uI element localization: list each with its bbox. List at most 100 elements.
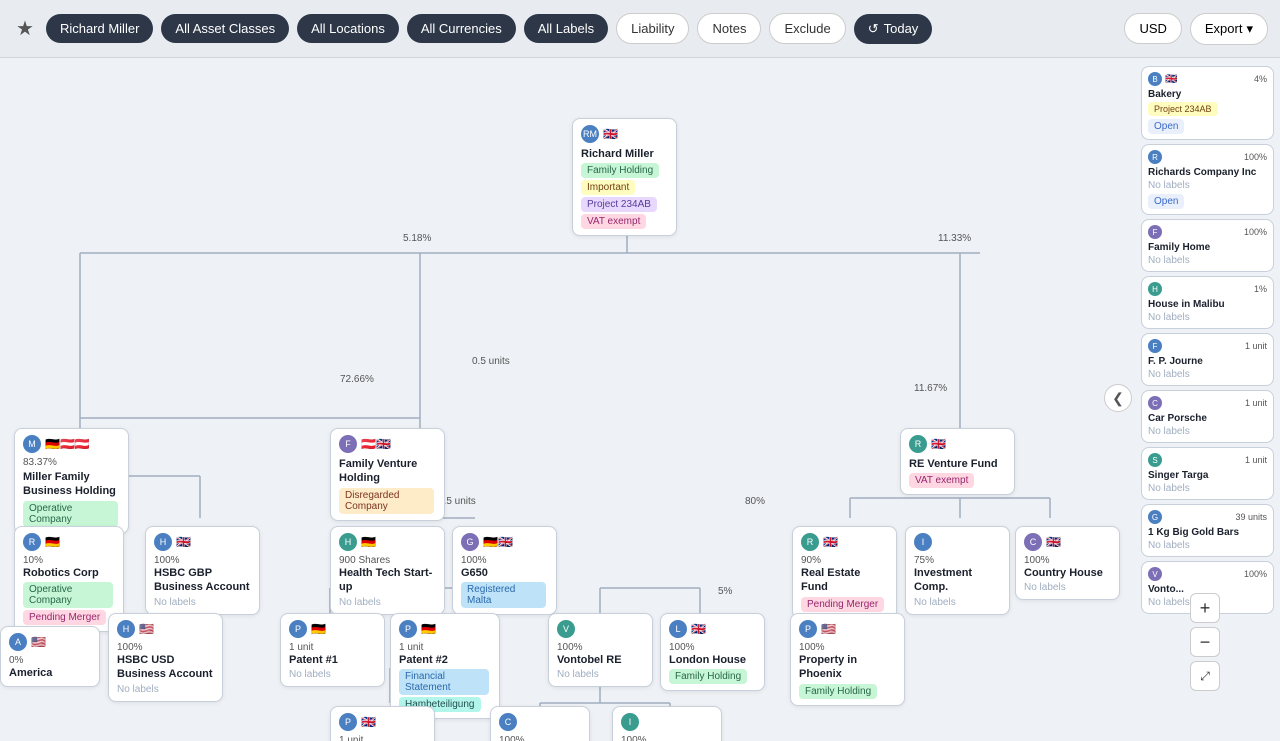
fp-journe-title: F. P. Journe bbox=[1148, 356, 1267, 367]
pct-80: 80% bbox=[745, 496, 765, 507]
vonto-icon: V bbox=[1148, 567, 1162, 581]
collapse-panel-button[interactable]: ❮ bbox=[1104, 384, 1132, 412]
miller-title: Miller Family Business Holding bbox=[23, 470, 120, 499]
all-currencies-button[interactable]: All Currencies bbox=[407, 14, 516, 43]
family-home-title: Family Home bbox=[1148, 242, 1267, 253]
export-button[interactable]: Export ▾ bbox=[1190, 13, 1268, 45]
singer-targa-title: Singer Targa bbox=[1148, 470, 1267, 481]
exclude-button[interactable]: Exclude bbox=[769, 13, 845, 44]
hsbc-gbp-node[interactable]: H 🇬🇧 100% HSBC GBP Business Account No l… bbox=[145, 526, 260, 615]
g650-node[interactable]: G 🇩🇪🇬🇧 100% G650 Registered Malta bbox=[452, 526, 557, 615]
patent1-nolabels: No labels bbox=[289, 669, 376, 680]
country-house-icon: C bbox=[1024, 533, 1042, 551]
pan-button[interactable]: ⤢ bbox=[1190, 661, 1220, 691]
patent3-node[interactable]: P 🇬🇧 1 unit Patent #3 No labels bbox=[330, 706, 435, 741]
gold-bars-icon: G bbox=[1148, 510, 1162, 524]
miller-family-node[interactable]: M 🇩🇪🇦🇹🇦🇹 83.37% Miller Family Business H… bbox=[14, 428, 129, 534]
investment-comp-nolabels: No labels bbox=[914, 597, 1001, 608]
richards-title: Richards Company Inc bbox=[1148, 167, 1267, 178]
notes-button[interactable]: Notes bbox=[697, 13, 761, 44]
gold-bars-title: 1 Kg Big Gold Bars bbox=[1148, 527, 1267, 538]
re-venture-icon: R bbox=[909, 435, 927, 453]
g650-title: G650 bbox=[461, 566, 548, 580]
zoom-out-button[interactable]: − bbox=[1190, 627, 1220, 657]
root-node[interactable]: RM 🇬🇧 Richard Miller Family Holding Impo… bbox=[572, 118, 677, 236]
robotics-node[interactable]: R 🇩🇪 10% Robotics Corp Operative Company… bbox=[14, 526, 124, 632]
hsbc-usd-nolabels: No labels bbox=[117, 684, 214, 695]
root-title: Richard Miller bbox=[581, 147, 668, 161]
patent2-node[interactable]: P 🇩🇪 1 unit Patent #2 Financial Statemen… bbox=[390, 613, 500, 719]
zoom-in-button[interactable]: + bbox=[1190, 593, 1220, 623]
hsbc-usd-title: HSBC USD Business Account bbox=[117, 653, 214, 682]
singer-targa-icon: S bbox=[1148, 453, 1162, 467]
side-gold-bars[interactable]: G 39 units 1 Kg Big Gold Bars No labels bbox=[1141, 504, 1274, 557]
side-car-porsche[interactable]: C 1 unit Car Porsche No labels bbox=[1141, 390, 1274, 443]
real-estate-node[interactable]: R 🇬🇧 90% Real Estate Fund Pending Merger bbox=[792, 526, 897, 619]
miller-icon: M bbox=[23, 435, 41, 453]
side-fp-journe[interactable]: F 1 unit F. P. Journe No labels bbox=[1141, 333, 1274, 386]
pct-11-67: 11.67% bbox=[914, 383, 947, 394]
liability-button[interactable]: Liability bbox=[616, 13, 689, 44]
family-venture-node[interactable]: F 🇦🇹🇬🇧 Family Venture Holding Disregarde… bbox=[330, 428, 445, 521]
side-family-home[interactable]: F 100% Family Home No labels bbox=[1141, 219, 1274, 272]
country-house-nolabels: No labels bbox=[1024, 582, 1111, 593]
star-button[interactable]: ★ bbox=[12, 12, 38, 45]
malibu-icon: H bbox=[1148, 282, 1162, 296]
vontobel-node[interactable]: V 100% Vontobel RE No labels bbox=[548, 613, 653, 687]
side-richards[interactable]: R 100% Richards Company Inc No labels Op… bbox=[1141, 144, 1274, 215]
hsbc-gbp-icon: H bbox=[154, 533, 172, 551]
america-title: America bbox=[9, 666, 91, 680]
all-asset-classes-button[interactable]: All Asset Classes bbox=[161, 14, 289, 43]
london-house-title: London House bbox=[669, 653, 756, 667]
side-malibu[interactable]: H 1% House in Malibu No labels bbox=[1141, 276, 1274, 329]
diagram-canvas[interactable]: RM 🇬🇧 Richard Miller Family Holding Impo… bbox=[0, 58, 1280, 741]
re-venture-node[interactable]: R 🇬🇧 RE Venture Fund VAT exempt bbox=[900, 428, 1015, 495]
property-phoenix-node[interactable]: P 🇺🇸 100% Property in Phoenix Family Hol… bbox=[790, 613, 905, 706]
investment-comp-node[interactable]: I 75% Investment Comp. No labels bbox=[905, 526, 1010, 615]
pct-5: 5% bbox=[718, 586, 732, 597]
country-house-node[interactable]: C 🇬🇧 100% Country House No labels bbox=[1015, 526, 1120, 600]
vontobel-nolabels: No labels bbox=[557, 669, 644, 680]
hsbc-gbp-title: HSBC GBP Business Account bbox=[154, 566, 251, 595]
side-singer-targa[interactable]: S 1 unit Singer Targa No labels bbox=[1141, 447, 1274, 500]
chevron-down-icon: ▾ bbox=[1246, 21, 1253, 37]
investment-portfolio-node[interactable]: I 100% Investment Portfolio No labels bbox=[612, 706, 722, 741]
patent1-title: Patent #1 bbox=[289, 653, 376, 667]
patent1-node[interactable]: P 🇩🇪 1 unit Patent #1 No labels bbox=[280, 613, 385, 687]
cash-acc1-node[interactable]: C 100% cash acc1 No labels bbox=[490, 706, 590, 741]
country-house-title: Country House bbox=[1024, 566, 1111, 580]
richards-open-btn[interactable]: Open bbox=[1148, 194, 1184, 209]
investment-comp-icon: I bbox=[914, 533, 932, 551]
hsbc-gbp-nolabels: No labels bbox=[154, 597, 251, 608]
g650-icon: G bbox=[461, 533, 479, 551]
property-phoenix-icon: P bbox=[799, 620, 817, 638]
bakery-open-btn[interactable]: Open bbox=[1148, 119, 1184, 134]
real-estate-title: Real Estate Fund bbox=[801, 566, 888, 595]
pct-5-18: 5.18% bbox=[403, 233, 431, 244]
usd-button[interactable]: USD bbox=[1124, 13, 1181, 44]
america-node[interactable]: A 🇺🇸 0% America bbox=[0, 626, 100, 687]
vat-label: VAT exempt bbox=[909, 473, 974, 488]
richard-miller-button[interactable]: Richard Miller bbox=[46, 14, 153, 43]
robotics-icon: R bbox=[23, 533, 41, 551]
pct-11-33: 11.33% bbox=[938, 233, 971, 244]
london-house-icon: L bbox=[669, 620, 687, 638]
side-bakery[interactable]: B 🇬🇧 4% Bakery Project 234AB Open bbox=[1141, 66, 1274, 140]
refresh-icon: ↺ bbox=[868, 21, 879, 37]
real-estate-icon: R bbox=[801, 533, 819, 551]
all-locations-button[interactable]: All Locations bbox=[297, 14, 399, 43]
patent1-icon: P bbox=[289, 620, 307, 638]
label-project234: Project 234AB bbox=[581, 197, 657, 212]
london-house-node[interactable]: L 🇬🇧 100% London House Family Holding bbox=[660, 613, 765, 691]
vontobel-icon: V bbox=[557, 620, 575, 638]
today-label: Today bbox=[884, 21, 919, 36]
hsbc-usd-node[interactable]: H 🇺🇸 100% HSBC USD Business Account No l… bbox=[108, 613, 223, 702]
health-tech-node[interactable]: H 🇩🇪 900 Shares Health Tech Start-up No … bbox=[330, 526, 445, 615]
vontobel-title: Vontobel RE bbox=[557, 653, 644, 667]
label-important: Important bbox=[581, 180, 635, 195]
all-labels-button[interactable]: All Labels bbox=[524, 14, 608, 43]
pct-72-66: 72.66% bbox=[340, 374, 374, 385]
collapse-icon: ❮ bbox=[1112, 390, 1124, 407]
today-button[interactable]: ↺ Today bbox=[854, 14, 933, 44]
health-tech-nolabels: No labels bbox=[339, 597, 436, 608]
